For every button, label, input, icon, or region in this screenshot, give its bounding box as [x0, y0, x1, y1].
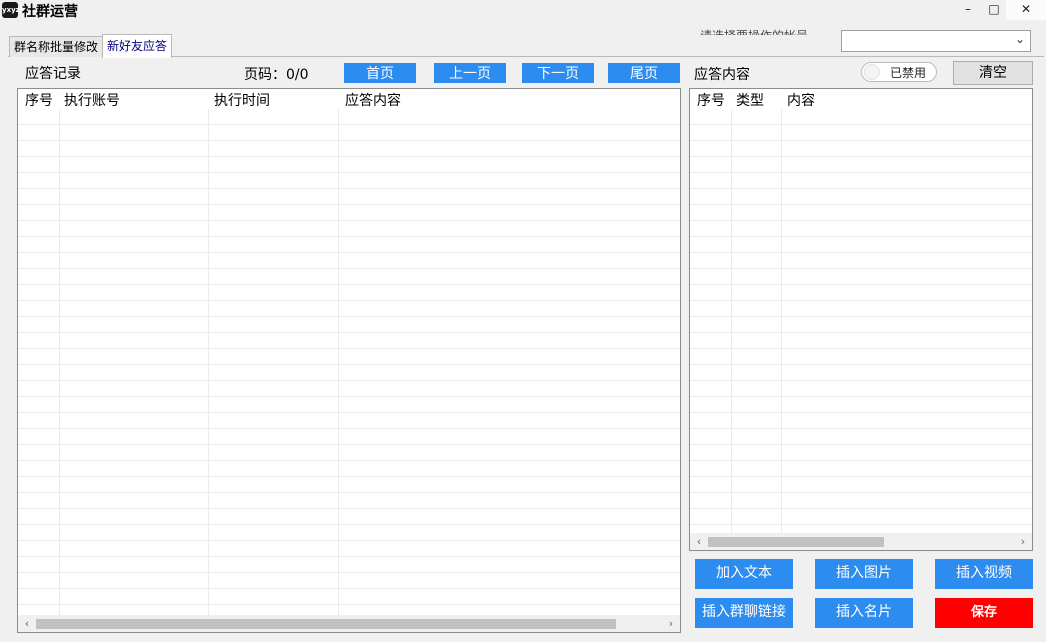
table-header: 序号 类型 内容: [690, 89, 1032, 109]
toggle-knob: [864, 64, 880, 80]
scroll-right-icon[interactable]: ›: [664, 615, 678, 632]
account-select-label: 请选择要操作的帐号: [700, 24, 808, 35]
add-text-button[interactable]: 加入文本: [695, 559, 793, 589]
column-header-time[interactable]: 执行时间: [214, 90, 270, 110]
reply-content-table[interactable]: 序号 类型 内容 ‹ ›: [689, 88, 1033, 551]
scroll-left-icon[interactable]: ‹: [20, 615, 34, 632]
reply-records-table[interactable]: 序号 执行账号 执行时间 应答内容 ‹ ›: [17, 88, 681, 633]
insert-card-button[interactable]: 插入名片: [815, 598, 913, 628]
clear-button[interactable]: 清空: [953, 61, 1033, 85]
table-header: 序号 执行账号 执行时间 应答内容: [18, 89, 680, 109]
column-header-index[interactable]: 序号: [697, 90, 725, 110]
insert-group-link-button[interactable]: 插入群聊链接: [695, 598, 793, 628]
column-header-type[interactable]: 类型: [736, 90, 764, 110]
column-header-account[interactable]: 执行账号: [64, 90, 120, 110]
title-bar: [0, 0, 1046, 22]
reply-records-title: 应答记录: [25, 66, 81, 82]
scrollbar-thumb[interactable]: [36, 619, 616, 629]
chevron-down-icon: ⌄: [1014, 32, 1025, 46]
window-title: 社群运营: [22, 4, 78, 20]
insert-image-button[interactable]: 插入图片: [815, 559, 913, 589]
table-rows: [690, 109, 1032, 532]
reply-content-title: 应答内容: [694, 67, 750, 83]
page-indicator: 页码：0/0: [244, 67, 309, 83]
maximize-button[interactable]: □: [980, 0, 1008, 20]
enable-toggle[interactable]: 已禁用: [861, 62, 937, 82]
close-button[interactable]: ✕: [1006, 0, 1046, 20]
column-header-content[interactable]: 内容: [787, 90, 815, 110]
first-page-button[interactable]: 首页: [344, 63, 416, 83]
toggle-label: 已禁用: [890, 66, 927, 80]
column-header-content[interactable]: 应答内容: [345, 90, 401, 110]
tab-new-friend-reply[interactable]: 新好友应答: [102, 34, 173, 58]
horizontal-scrollbar[interactable]: ‹ ›: [690, 533, 1032, 550]
app-logo-icon: yxyzb: [2, 2, 25, 18]
next-page-button[interactable]: 下一页: [522, 63, 594, 83]
scrollbar-thumb[interactable]: [708, 537, 884, 547]
save-button[interactable]: 保存: [935, 598, 1033, 628]
table-rows: [18, 109, 680, 614]
tab-group-rename[interactable]: 群名称批量修改: [9, 36, 104, 57]
minimize-button[interactable]: –: [954, 0, 982, 20]
horizontal-scrollbar[interactable]: ‹ ›: [18, 615, 680, 632]
insert-video-button[interactable]: 插入视频: [935, 559, 1033, 589]
column-header-index[interactable]: 序号: [25, 90, 53, 110]
account-select[interactable]: ⌄: [841, 30, 1031, 52]
scroll-right-icon[interactable]: ›: [1016, 533, 1030, 550]
prev-page-button[interactable]: 上一页: [434, 63, 506, 83]
last-page-button[interactable]: 尾页: [608, 63, 680, 83]
scroll-left-icon[interactable]: ‹: [692, 533, 706, 550]
